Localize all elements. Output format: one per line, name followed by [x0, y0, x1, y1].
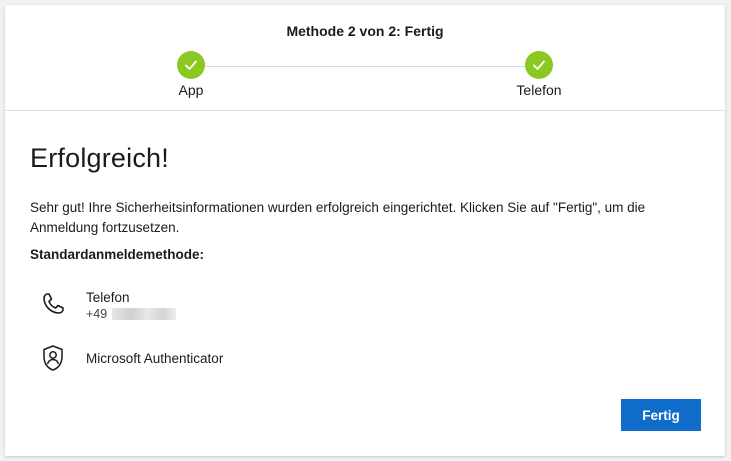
setup-card: Methode 2 von 2: Fertig App Telefon Erfo…: [5, 5, 725, 456]
success-description: Sehr gut! Ihre Sicherheitsinformationen …: [30, 200, 646, 235]
progress-line: [205, 66, 525, 67]
method-name: Microsoft Authenticator: [86, 351, 224, 366]
step-phone: Telefon: [489, 51, 589, 98]
method-authenticator: Microsoft Authenticator: [38, 343, 223, 373]
page-title: Erfolgreich!: [30, 143, 169, 173]
step-label: Telefon: [516, 82, 562, 98]
progress-header: Methode 2 von 2: Fertig App Telefon: [5, 5, 725, 111]
step-title: Methode 2 von 2: Fertig: [286, 23, 444, 39]
checkmark-icon: [525, 51, 553, 79]
method-name: Telefon: [86, 290, 130, 305]
checkmark-icon: [177, 51, 205, 79]
default-method-label: Standardanmeldemethode:: [30, 247, 205, 262]
step-label: App: [178, 82, 204, 98]
phone-icon: [38, 289, 68, 319]
method-phone: Telefon +49: [38, 289, 177, 322]
main-content: Erfolgreich! Sehr gut! Ihre Sicherheitsi…: [30, 143, 710, 371]
authenticator-lock-icon: [38, 343, 68, 373]
done-button[interactable]: Fertig: [621, 399, 701, 431]
redacted-number: [112, 308, 177, 320]
step-app: App: [141, 51, 241, 98]
phone-country-code: +49: [86, 307, 108, 321]
phone-number: +49: [86, 306, 177, 322]
